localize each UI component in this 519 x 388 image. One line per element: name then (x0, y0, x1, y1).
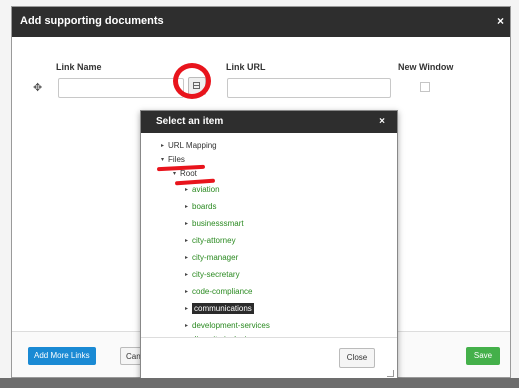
collapse-arrow-icon: ▾ (173, 171, 177, 178)
expand-arrow-icon: ▸ (185, 306, 189, 313)
tree-item-city-attorney[interactable]: ▸ city-attorney (185, 236, 236, 245)
expand-arrow-icon: ▸ (185, 323, 189, 330)
tree-item-city-manager[interactable]: ▸ city-manager (185, 253, 238, 262)
expand-arrow-icon: ▸ (161, 143, 165, 150)
expand-arrow-icon: ▸ (185, 221, 189, 228)
link-url-input[interactable] (227, 78, 391, 98)
dialog-title: Add supporting documents (20, 15, 164, 27)
expand-arrow-icon: ▸ (185, 204, 189, 211)
tree-item-communications[interactable]: ▸ communications (185, 303, 254, 314)
dialog-header: Add supporting documents × (12, 7, 510, 37)
resize-grip-icon[interactable] (387, 370, 394, 377)
expand-arrow-icon: ▸ (185, 238, 189, 245)
tree-item-files[interactable]: ▾ Files (161, 155, 185, 164)
collapse-arrow-icon: ▾ (161, 157, 165, 164)
tree-item-boards[interactable]: ▸ boards (185, 202, 216, 211)
tree-item-development-services[interactable]: ▸ development-services (185, 321, 270, 330)
item-tree: ▸ URL Mapping ▾ Files ▾ Root ▸ aviation ▸ boa… (141, 133, 397, 337)
link-name-input[interactable] (58, 78, 184, 98)
column-header-link-url: Link URL (226, 62, 266, 72)
close-icon[interactable]: × (379, 116, 385, 127)
save-button[interactable]: Save (466, 347, 500, 365)
close-icon[interactable]: × (497, 14, 504, 28)
close-button[interactable]: Close (339, 348, 375, 368)
picker-footer: Close (141, 337, 397, 380)
bottom-strip (0, 378, 519, 388)
new-window-checkbox[interactable] (420, 82, 430, 92)
expand-arrow-icon: ▸ (185, 289, 189, 296)
expand-arrow-icon: ▸ (185, 187, 189, 194)
tree-item-code-compliance[interactable]: ▸ code-compliance (185, 287, 252, 296)
tree-item-businesssmart[interactable]: ▸ businesssmart (185, 219, 244, 228)
add-more-links-button[interactable]: Add More Links (28, 347, 96, 365)
annotation-circle (173, 63, 211, 99)
expand-arrow-icon: ▸ (185, 272, 189, 279)
tree-item-root[interactable]: ▾ Root (173, 169, 197, 178)
tree-item-city-secretary[interactable]: ▸ city-secretary (185, 270, 240, 279)
picker-title: Select an item (156, 116, 224, 127)
tree-item-aviation[interactable]: ▸ aviation (185, 185, 220, 194)
select-item-dialog: Select an item × ▸ URL Mapping ▾ Files ▾ Ro… (140, 110, 398, 381)
selected-item-label: communications (192, 303, 254, 314)
column-header-new-window: New Window (398, 62, 454, 72)
tree-item-url-mapping[interactable]: ▸ URL Mapping (161, 141, 217, 150)
column-header-link-name: Link Name (56, 62, 102, 72)
expand-arrow-icon: ▸ (185, 255, 189, 262)
picker-header: Select an item × (141, 111, 397, 133)
move-handle-icon[interactable]: ✥ (33, 81, 42, 94)
